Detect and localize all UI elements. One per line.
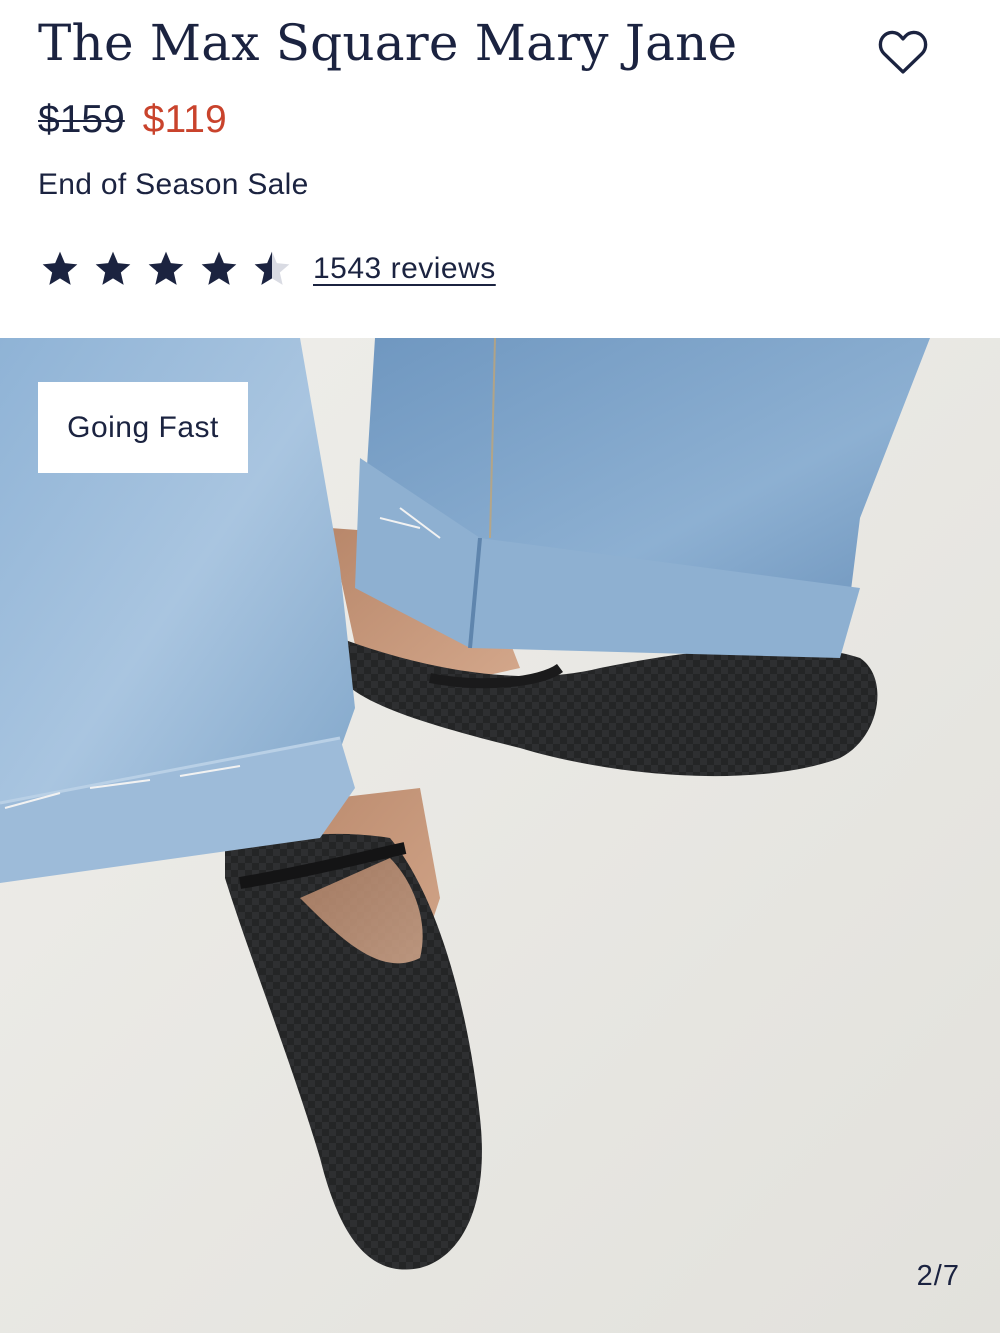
image-counter: 2/7 [916, 1260, 960, 1292]
heart-outline-icon [878, 30, 928, 74]
status-badge: Going Fast [38, 382, 248, 473]
favorite-button[interactable] [872, 22, 934, 80]
product-header: The Max Square Mary Jane $159 $119 End of… [0, 0, 1000, 338]
promo-label: End of Season Sale [38, 168, 309, 201]
product-title: The Max Square Mary Jane [38, 14, 738, 72]
half-star-icon [254, 251, 290, 285]
star-rating [40, 249, 305, 289]
product-photo-illustration [0, 338, 1000, 1333]
star-icon [148, 251, 184, 285]
original-price: $159 [38, 98, 125, 141]
sale-price: $119 [142, 98, 227, 141]
rating-row: 1543 reviews [40, 246, 496, 292]
star-icon [95, 251, 131, 285]
star-icon [42, 251, 78, 285]
reviews-link[interactable]: 1543 reviews [313, 252, 496, 286]
star-icon [201, 251, 237, 285]
product-image[interactable]: Going Fast 2/7 [0, 338, 1000, 1333]
price-row: $159 $119 [38, 98, 227, 142]
